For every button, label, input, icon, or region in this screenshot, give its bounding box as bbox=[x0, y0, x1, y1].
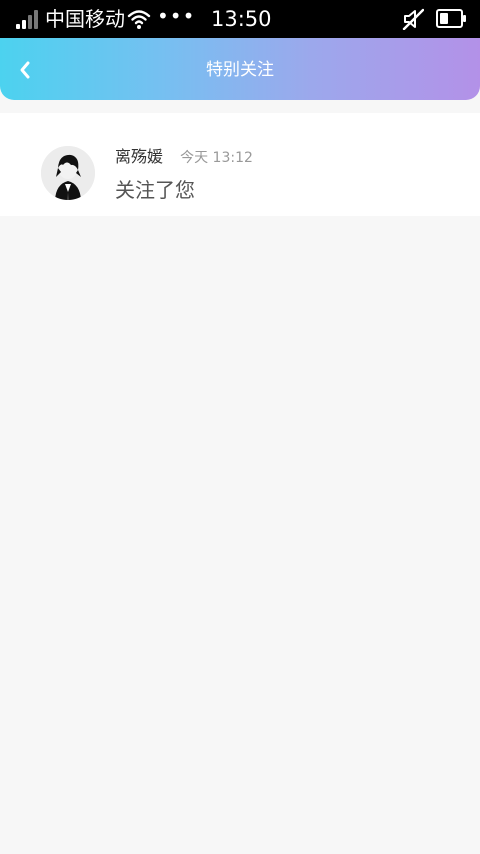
mute-icon bbox=[402, 8, 424, 30]
status-time: 13:50 bbox=[211, 7, 272, 31]
carrier-name: 中国移动 bbox=[45, 7, 125, 31]
battery-icon bbox=[436, 9, 466, 28]
notification-time: 今天 13:12 bbox=[180, 150, 253, 166]
user-name[interactable]: 离殇媛 bbox=[115, 147, 163, 166]
notification-message: 关注了您 bbox=[115, 178, 195, 202]
avatar-image bbox=[41, 146, 95, 200]
page-title: 特别关注 bbox=[206, 60, 274, 80]
avatar[interactable] bbox=[41, 146, 95, 200]
signal-icon bbox=[16, 10, 40, 29]
header-bar: 特别关注 bbox=[0, 38, 480, 100]
notification-item[interactable]: 离殇媛 今天 13:12 关注了您 bbox=[0, 113, 480, 216]
status-bar: 中国移动 ••• 13:50 bbox=[0, 0, 480, 38]
more-status-dots: ••• bbox=[157, 4, 196, 28]
notification-header: 离殇媛 今天 13:12 bbox=[115, 146, 253, 169]
wifi-icon bbox=[127, 10, 151, 29]
